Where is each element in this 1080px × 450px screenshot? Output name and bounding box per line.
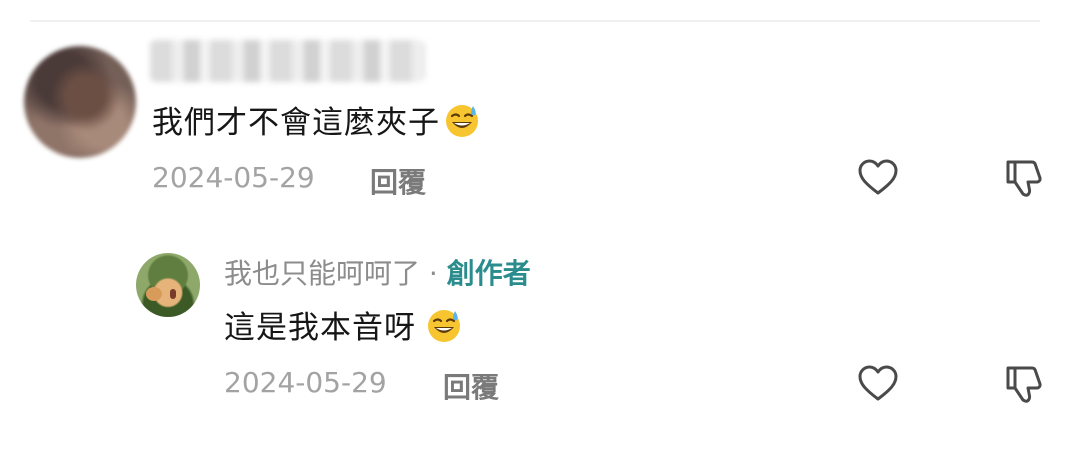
thumbs-down-icon[interactable]: [1002, 156, 1046, 200]
reply-text: 這是我本音呀: [224, 302, 462, 347]
comment-body: 我們才不會這麼夾子: [152, 105, 440, 141]
comments-panel: 我們才不會這麼夾子 2024-05-29 回覆 我也只能呵呵了 · 創作者 這是…: [0, 0, 1080, 450]
reply-button[interactable]: 回覆: [370, 161, 426, 201]
avatar-detail: [170, 289, 176, 299]
reply-username[interactable]: 我也只能呵呵了: [224, 257, 420, 290]
creator-avatar[interactable]: [136, 253, 200, 317]
reply-body: 這是我本音呀: [224, 310, 416, 346]
sweat-smile-emoji-icon: [446, 105, 478, 137]
reply-to-reply-button[interactable]: 回覆: [443, 366, 499, 406]
sweat-smile-emoji-icon: [428, 310, 460, 342]
comment-text: 我們才不會這麼夾子: [152, 97, 480, 142]
heart-icon[interactable]: [856, 156, 900, 200]
creator-badge: 創作者: [446, 257, 531, 290]
comment-date: 2024-05-29: [152, 161, 315, 194]
commenter-avatar[interactable]: [24, 46, 136, 158]
reply-author-line: 我也只能呵呵了 · 創作者: [224, 252, 531, 292]
paw-graphic: [146, 287, 162, 301]
reply-separator: ·: [420, 257, 447, 290]
commenter-username-redacted[interactable]: [150, 40, 425, 82]
thumbs-down-icon[interactable]: [1002, 362, 1046, 406]
reply-date: 2024-05-29: [224, 366, 387, 399]
divider: [30, 20, 1040, 22]
heart-icon[interactable]: [856, 362, 900, 406]
